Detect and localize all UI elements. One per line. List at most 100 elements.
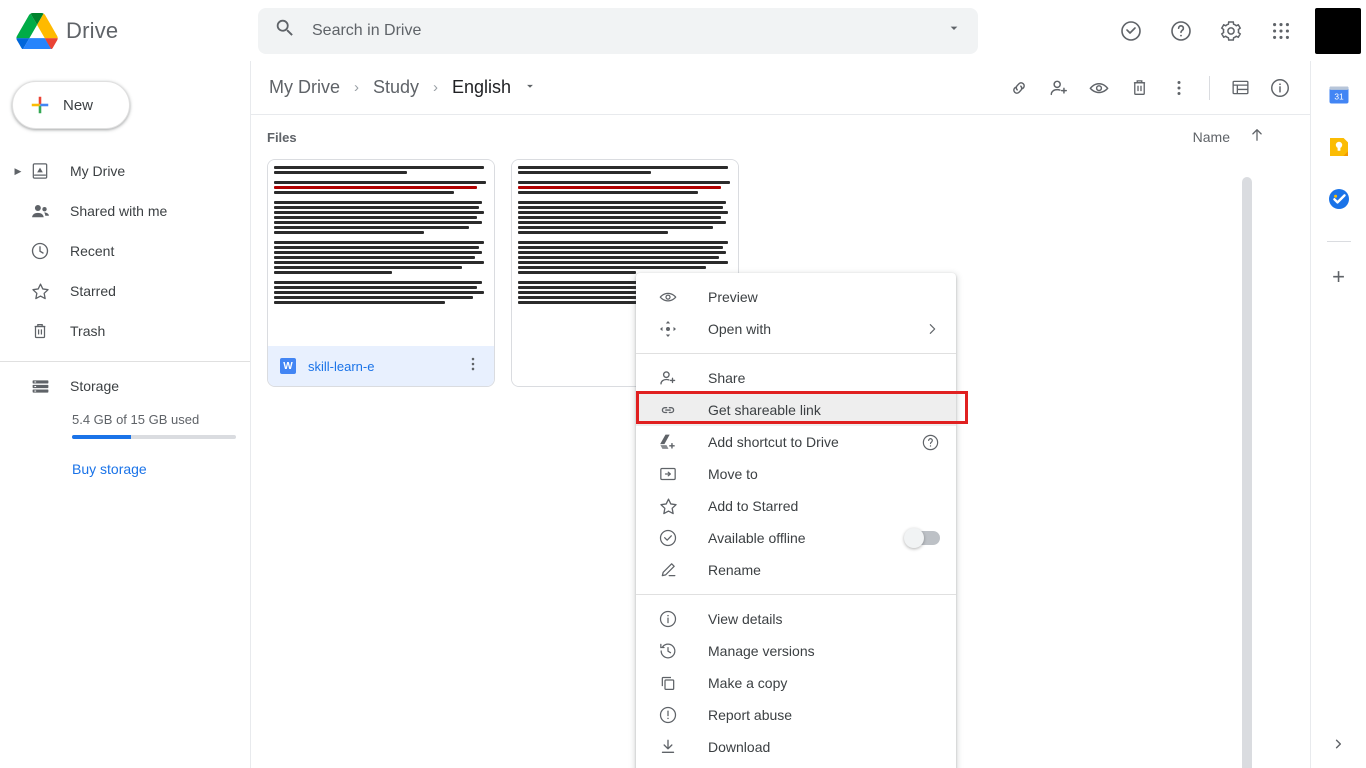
thumbnail-text-block — [518, 181, 732, 194]
storage-icon — [28, 374, 52, 398]
context-menu-label: View details — [708, 611, 783, 627]
context-menu-item-download[interactable]: Download — [636, 731, 956, 763]
context-menu-item-manage-versions[interactable]: Manage versions — [636, 635, 956, 667]
context-menu-item-move-to[interactable]: Move to — [636, 458, 956, 490]
arrow-up-icon[interactable] — [1248, 126, 1266, 149]
google-tasks-icon[interactable] — [1327, 187, 1351, 211]
more-vertical-icon[interactable] — [1159, 68, 1199, 108]
sidebar-item-trash[interactable]: Trash — [0, 311, 238, 351]
google-calendar-icon[interactable]: 31 — [1327, 83, 1351, 107]
context-menu-label: Manage versions — [708, 643, 815, 659]
sidebar-item-label: Starred — [70, 283, 116, 299]
context-menu-item-available-offline[interactable]: Available offline — [636, 522, 956, 554]
context-menu-item-add-to-starred[interactable]: Add to Starred — [636, 490, 956, 522]
context-menu-item-open-with[interactable]: Open with — [636, 313, 956, 345]
context-menu-item-view-details[interactable]: View details — [636, 603, 956, 635]
context-menu-item-preview[interactable]: Preview — [636, 281, 956, 313]
context-menu-label: Add shortcut to Drive — [708, 434, 839, 450]
open-with-icon — [656, 317, 680, 341]
context-menu-label: Get shareable link — [708, 402, 821, 418]
eye-icon[interactable] — [1079, 68, 1119, 108]
context-menu-item-make-a-copy[interactable]: Make a copy — [636, 667, 956, 699]
help-icon[interactable] — [1159, 9, 1203, 53]
sidebar: New ▶ My Drive Shared with me Recent Sta… — [0, 61, 250, 768]
breadcrumb-item-english[interactable]: English — [450, 73, 513, 102]
side-apps-panel: 31 + — [1310, 61, 1366, 768]
context-menu-divider — [636, 594, 956, 595]
breadcrumb-item-my-drive[interactable]: My Drive — [267, 73, 342, 102]
add-addon-button[interactable]: + — [1332, 264, 1345, 290]
file-toolbar — [999, 68, 1300, 108]
sidebar-item-recent[interactable]: Recent — [0, 231, 238, 271]
info-icon[interactable] — [1260, 68, 1300, 108]
sidebar-item-shared-with-me[interactable]: Shared with me — [0, 191, 238, 231]
gear-icon[interactable] — [1209, 9, 1253, 53]
my-drive-icon — [28, 159, 52, 183]
avatar[interactable] — [1315, 7, 1361, 54]
sidebar-item-my-drive[interactable]: ▶ My Drive — [0, 151, 238, 191]
buy-storage-link[interactable]: Buy storage — [72, 461, 250, 477]
shared-people-icon — [28, 199, 52, 223]
new-button[interactable]: New — [12, 81, 130, 129]
more-vertical-icon[interactable] — [464, 355, 482, 378]
search-bar[interactable] — [258, 7, 978, 54]
context-menu-label: Rename — [708, 562, 761, 578]
person-add-icon[interactable] — [1039, 68, 1079, 108]
file-card-footer: W skill-learn-e — [268, 346, 494, 386]
breadcrumb-item-study[interactable]: Study — [371, 73, 421, 102]
offline-check-icon — [656, 526, 680, 550]
search-options-icon[interactable] — [946, 20, 962, 41]
apps-grid-icon[interactable] — [1259, 9, 1303, 53]
app-header: Drive — [0, 0, 1366, 61]
clock-icon — [28, 239, 52, 263]
thumbnail-text-block — [274, 166, 488, 174]
link-icon[interactable] — [999, 68, 1039, 108]
expand-panel-button[interactable] — [1324, 730, 1352, 758]
sidebar-item-label: Shared with me — [70, 203, 168, 219]
google-drive-window: Drive Search in Drive New ▶ My Drive Sha… — [0, 0, 1366, 768]
list-view-icon[interactable] — [1220, 68, 1260, 108]
toggle-knob — [904, 528, 924, 548]
context-menu-label: Download — [708, 739, 771, 755]
word-file-icon: W — [280, 358, 296, 374]
toolbar-divider — [1209, 75, 1210, 100]
search-input[interactable] — [312, 21, 946, 40]
file-name[interactable]: skill-learn-e — [308, 359, 374, 374]
thumbnail-text-block — [274, 281, 488, 304]
trash-icon — [28, 319, 52, 343]
sidebar-item-label: Recent — [70, 243, 115, 259]
context-menu-label: Move to — [708, 466, 758, 482]
google-keep-icon[interactable] — [1327, 135, 1351, 159]
sort-by-name-button[interactable]: Name — [1193, 129, 1230, 145]
available-offline-toggle[interactable] — [904, 528, 940, 548]
star-icon — [656, 494, 680, 518]
warning-icon — [656, 703, 680, 727]
context-menu-item-share[interactable]: Share — [636, 362, 956, 394]
expand-caret-icon[interactable]: ▶ — [8, 166, 28, 177]
main-scrollbar[interactable] — [1241, 177, 1253, 768]
brand-area[interactable]: Drive — [0, 12, 250, 50]
sidebar-item-starred[interactable]: Starred — [0, 271, 238, 311]
context-menu-divider — [636, 353, 956, 354]
support-icon[interactable] — [1109, 9, 1153, 53]
thumbnail-text-block — [518, 166, 732, 174]
context-menu-item-rename[interactable]: Rename — [636, 554, 956, 586]
context-menu-item-get-shareable-link[interactable]: Get shareable link — [636, 394, 956, 426]
files-section-title: Files — [267, 129, 297, 145]
header-actions — [1109, 0, 1366, 61]
sidebar-item-label: My Drive — [70, 163, 126, 179]
thumbnail-text-block — [274, 241, 488, 274]
copy-icon — [656, 671, 680, 695]
trash-icon[interactable] — [1119, 68, 1159, 108]
files-section-header: Files Name — [251, 115, 1310, 159]
eye-icon — [656, 285, 680, 309]
context-menu-item-report-abuse[interactable]: Report abuse — [636, 699, 956, 731]
file-card[interactable]: W skill-learn-e — [267, 159, 495, 387]
sidebar-item-storage[interactable]: Storage — [0, 366, 250, 406]
chevron-down-icon[interactable] — [523, 79, 537, 96]
context-menu-item-add-shortcut-to-drive[interactable]: Add shortcut to Drive — [636, 426, 956, 458]
help-circle-icon[interactable] — [921, 433, 940, 452]
thumbnail-text-block — [518, 201, 732, 234]
breadcrumb-separator: › — [433, 79, 439, 96]
scrollbar-thumb[interactable] — [1242, 177, 1252, 768]
